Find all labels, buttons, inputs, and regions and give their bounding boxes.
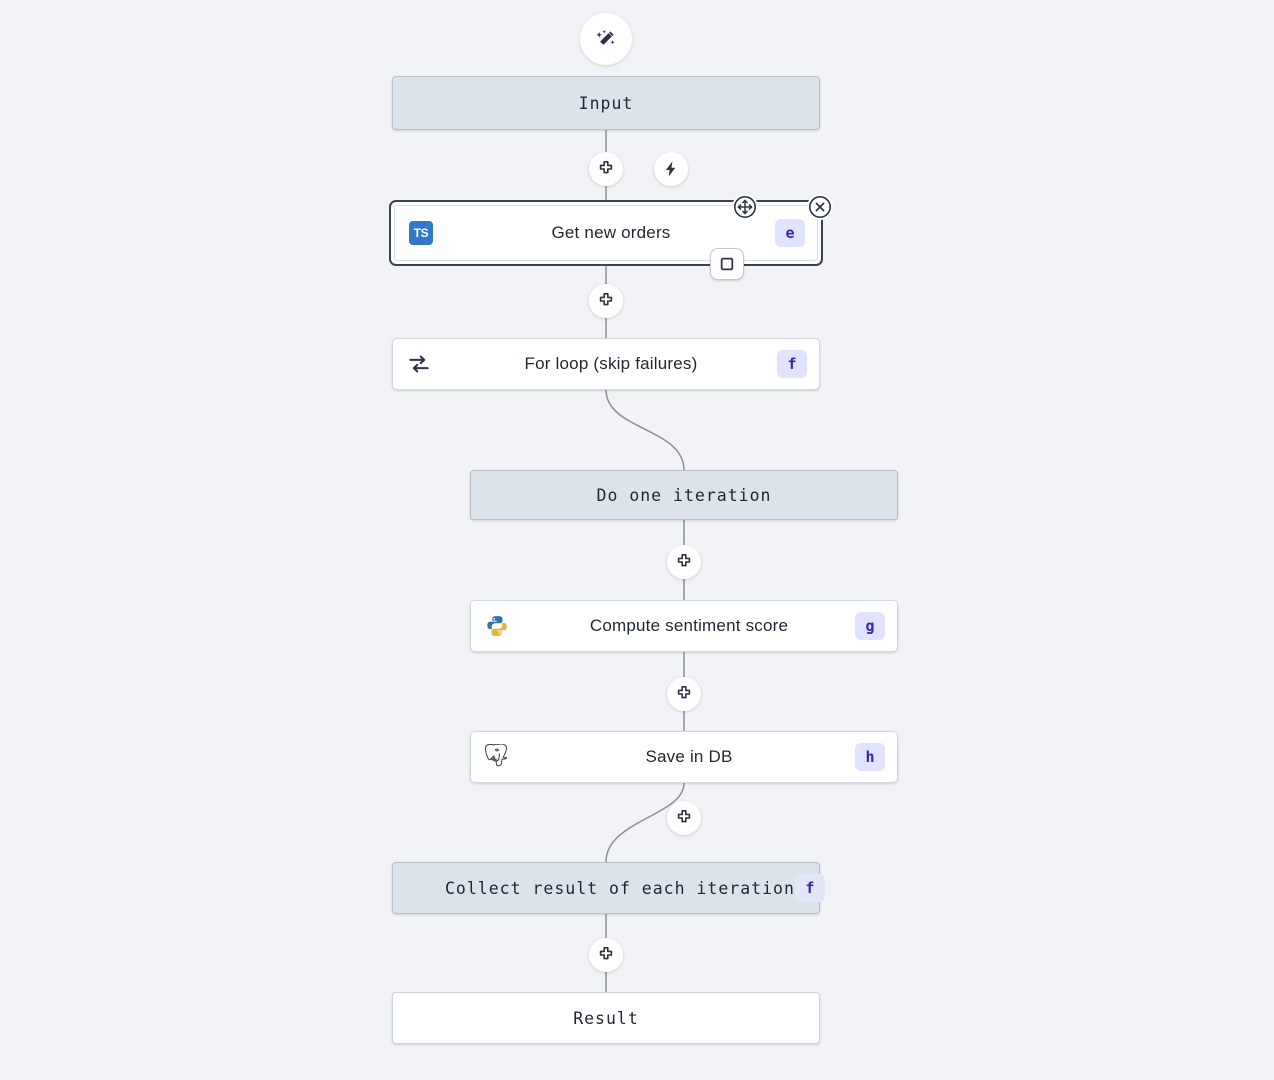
node-collect-result[interactable]: Collect result of each iteration f (392, 862, 820, 914)
node-collect-result-label: Collect result of each iteration (445, 879, 795, 898)
node-compute-sentiment-badge[interactable]: g (855, 612, 885, 640)
node-compute-sentiment-score[interactable]: Compute sentiment score g (470, 600, 898, 652)
move-handle-icon (733, 195, 757, 219)
node-for-loop[interactable]: For loop (skip failures) f (392, 338, 820, 390)
add-step-button-after-input[interactable] (589, 152, 623, 186)
node-for-loop-label: For loop (skip failures) (445, 354, 777, 374)
node-compute-sentiment-icon-slot (471, 601, 523, 651)
node-get-new-orders-label: Get new orders (447, 223, 775, 243)
typescript-icon: TS (409, 221, 433, 245)
add-step-button-after-sentiment[interactable] (667, 677, 701, 711)
close-icon (808, 195, 832, 219)
node-save-in-db[interactable]: Save in DB h (470, 731, 898, 783)
node-collect-result-badge[interactable]: f (795, 874, 825, 902)
ai-assist-button[interactable] (580, 13, 632, 65)
python-icon (485, 614, 509, 638)
node-get-new-orders-badge[interactable]: e (775, 219, 805, 247)
node-get-new-orders-selection[interactable]: TS Get new orders e (389, 200, 823, 266)
workflow-canvas[interactable]: Input TS Get new orders e (0, 0, 1274, 1080)
plus-icon (597, 292, 615, 310)
node-save-in-db-badge[interactable]: h (855, 743, 885, 771)
magic-wand-icon (594, 27, 618, 51)
node-result[interactable]: Result (392, 992, 820, 1044)
node-save-in-db-label: Save in DB (523, 747, 855, 767)
plus-icon (597, 946, 615, 964)
node-do-one-iteration-label: Do one iteration (523, 486, 845, 505)
node-result-label: Result (445, 1009, 767, 1028)
node-for-loop-icon-slot (393, 339, 445, 389)
node-input[interactable]: Input (392, 76, 820, 130)
edge-forloop-to-iteration (606, 390, 684, 470)
move-handle-button[interactable] (732, 194, 758, 220)
plus-icon (597, 160, 615, 178)
node-for-loop-badge[interactable]: f (777, 350, 807, 378)
add-step-button-after-collect[interactable] (589, 938, 623, 972)
add-step-button-after-iteration[interactable] (667, 545, 701, 579)
plus-icon (675, 553, 693, 571)
stop-button[interactable] (710, 248, 744, 280)
add-step-button-after-orders[interactable] (589, 284, 623, 318)
add-step-button-after-savedb[interactable] (667, 801, 701, 835)
close-node-button[interactable] (807, 194, 833, 220)
trigger-button[interactable] (654, 152, 688, 186)
loop-arrows-icon (406, 351, 432, 377)
lightning-bolt-icon (662, 160, 680, 178)
node-input-label: Input (445, 94, 767, 113)
edge-layer (0, 0, 1274, 1080)
node-get-new-orders-icon-slot: TS (395, 206, 447, 260)
node-compute-sentiment-label: Compute sentiment score (523, 616, 855, 636)
plus-icon (675, 809, 693, 827)
postgresql-icon (484, 744, 511, 771)
plus-icon (675, 685, 693, 703)
stop-square-icon (719, 256, 735, 272)
node-save-in-db-icon-slot (471, 732, 523, 782)
node-do-one-iteration[interactable]: Do one iteration (470, 470, 898, 520)
